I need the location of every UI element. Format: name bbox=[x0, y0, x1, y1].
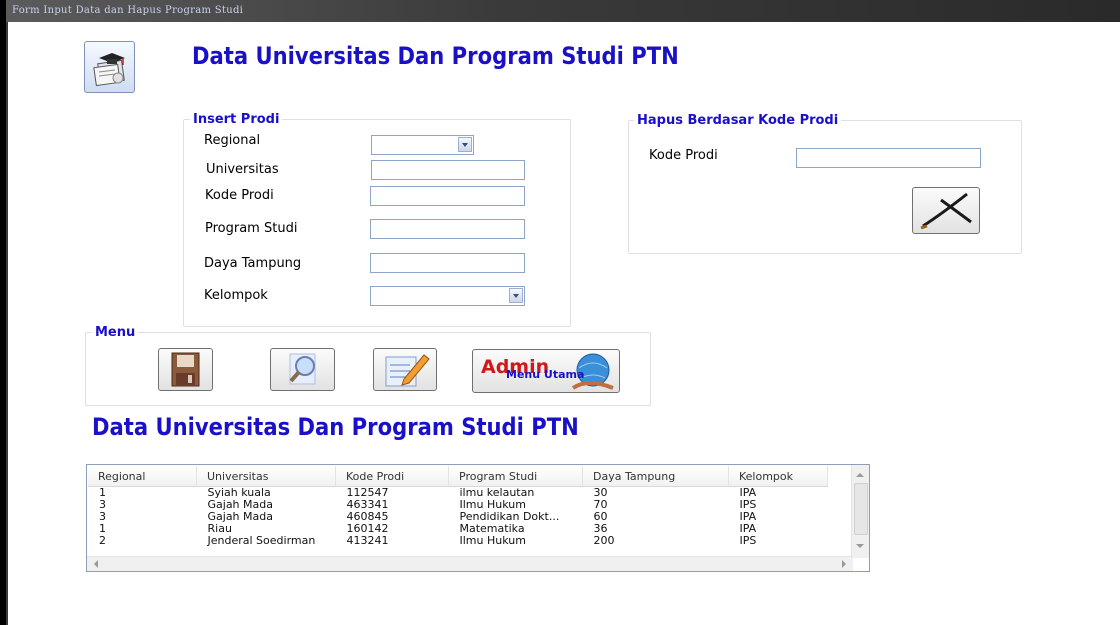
hapus-legend: Hapus Berdasar Kode Prodi bbox=[634, 113, 842, 128]
kelompok-select[interactable] bbox=[370, 286, 525, 306]
chevron-down-icon[interactable] bbox=[458, 137, 472, 152]
graduation-document-icon bbox=[93, 53, 125, 87]
program-studi-input[interactable] bbox=[370, 219, 525, 239]
save-button[interactable] bbox=[158, 348, 213, 391]
chevron-down-icon[interactable] bbox=[509, 288, 523, 303]
table-header-row: Regional Universitas Kode Prodi Program … bbox=[88, 466, 828, 487]
insert-prodi-legend: Insert Prodi bbox=[190, 112, 283, 127]
data-grid[interactable]: Regional Universitas Kode Prodi Program … bbox=[86, 464, 870, 572]
menu-utama-label: Menu Utama bbox=[506, 368, 585, 381]
column-header-program-studi[interactable]: Program Studi bbox=[448, 466, 583, 487]
scroll-right-icon[interactable] bbox=[837, 557, 851, 571]
column-header-kode-prodi[interactable]: Kode Prodi bbox=[335, 466, 449, 487]
page-title: Data Universitas Dan Program Studi PTN bbox=[192, 42, 679, 70]
window-border bbox=[6, 22, 8, 625]
scroll-left-icon[interactable] bbox=[89, 557, 103, 571]
cell-universitas: Jenderal Soedirman bbox=[207, 534, 316, 547]
kode-prodi-label: Kode Prodi bbox=[205, 188, 274, 203]
column-header-daya-tampung[interactable]: Daya Tampung bbox=[582, 466, 729, 487]
hapus-kode-prodi-input[interactable] bbox=[796, 148, 981, 168]
vertical-scrollbar[interactable] bbox=[851, 465, 869, 558]
application-window: Form Input Data dan Hapus Program Studi … bbox=[6, 0, 1120, 625]
column-header-kelompok[interactable]: Kelompok bbox=[728, 466, 828, 487]
table-row[interactable]: 1 Syiah kuala 112547 ilmu kelautan 30 IP… bbox=[88, 487, 828, 500]
scroll-up-icon[interactable] bbox=[852, 468, 868, 482]
table-row[interactable]: 2 Jenderal Soedirman 413241 Ilmu Hukum 2… bbox=[88, 535, 828, 547]
save-disk-icon bbox=[171, 352, 200, 387]
menu-legend: Menu bbox=[92, 325, 139, 340]
kelompok-label: Kelompok bbox=[204, 288, 268, 303]
magnifier-icon bbox=[289, 353, 316, 385]
data-table: Regional Universitas Kode Prodi Program … bbox=[88, 466, 828, 547]
regional-select[interactable] bbox=[371, 135, 474, 155]
scroll-down-icon[interactable] bbox=[852, 539, 868, 553]
cell-regional: 2 bbox=[99, 534, 106, 547]
program-studi-label: Program Studi bbox=[205, 221, 298, 236]
table-row[interactable]: 1 Riau 160142 Matematika 36 IPA bbox=[88, 523, 828, 535]
edit-pencil-icon bbox=[385, 354, 430, 387]
scroll-thumb[interactable] bbox=[854, 483, 868, 535]
title-bar[interactable]: Form Input Data dan Hapus Program Studi bbox=[6, 0, 1120, 22]
cell-daya-tampung: 200 bbox=[593, 534, 615, 547]
horizontal-scrollbar[interactable] bbox=[87, 556, 853, 571]
regional-label: Regional bbox=[204, 133, 261, 148]
menu-utama-button[interactable]: Admin Menu Utama bbox=[472, 349, 620, 393]
header-icon-button[interactable] bbox=[84, 41, 135, 93]
window-title: Form Input Data dan Hapus Program Studi bbox=[12, 5, 244, 16]
delete-x-icon bbox=[920, 192, 972, 230]
delete-button[interactable] bbox=[912, 187, 980, 234]
column-header-regional[interactable]: Regional bbox=[88, 466, 197, 487]
cell-kode-prodi: 413241 bbox=[346, 534, 389, 547]
universitas-input[interactable] bbox=[371, 160, 525, 180]
table-row[interactable]: 3 Gajah Mada 463341 Ilmu Hukum 70 IPS bbox=[88, 499, 828, 511]
kode-prodi-input[interactable] bbox=[370, 186, 525, 206]
cell-program-studi: Ilmu Hukum bbox=[459, 534, 526, 547]
cell-kelompok: IPS bbox=[739, 534, 757, 547]
column-header-universitas[interactable]: Universitas bbox=[196, 466, 336, 487]
hapus-kode-prodi-label: Kode Prodi bbox=[649, 148, 718, 163]
search-button[interactable] bbox=[270, 348, 335, 391]
daya-tampung-label: Daya Tampung bbox=[204, 256, 302, 271]
edit-button[interactable] bbox=[373, 348, 437, 391]
section-title: Data Universitas Dan Program Studi PTN bbox=[92, 413, 579, 441]
universitas-label: Universitas bbox=[206, 162, 279, 177]
daya-tampung-input[interactable] bbox=[370, 253, 525, 273]
table-row[interactable]: 3 Gajah Mada 460845 Pendidikan Dokt... 6… bbox=[88, 511, 828, 523]
